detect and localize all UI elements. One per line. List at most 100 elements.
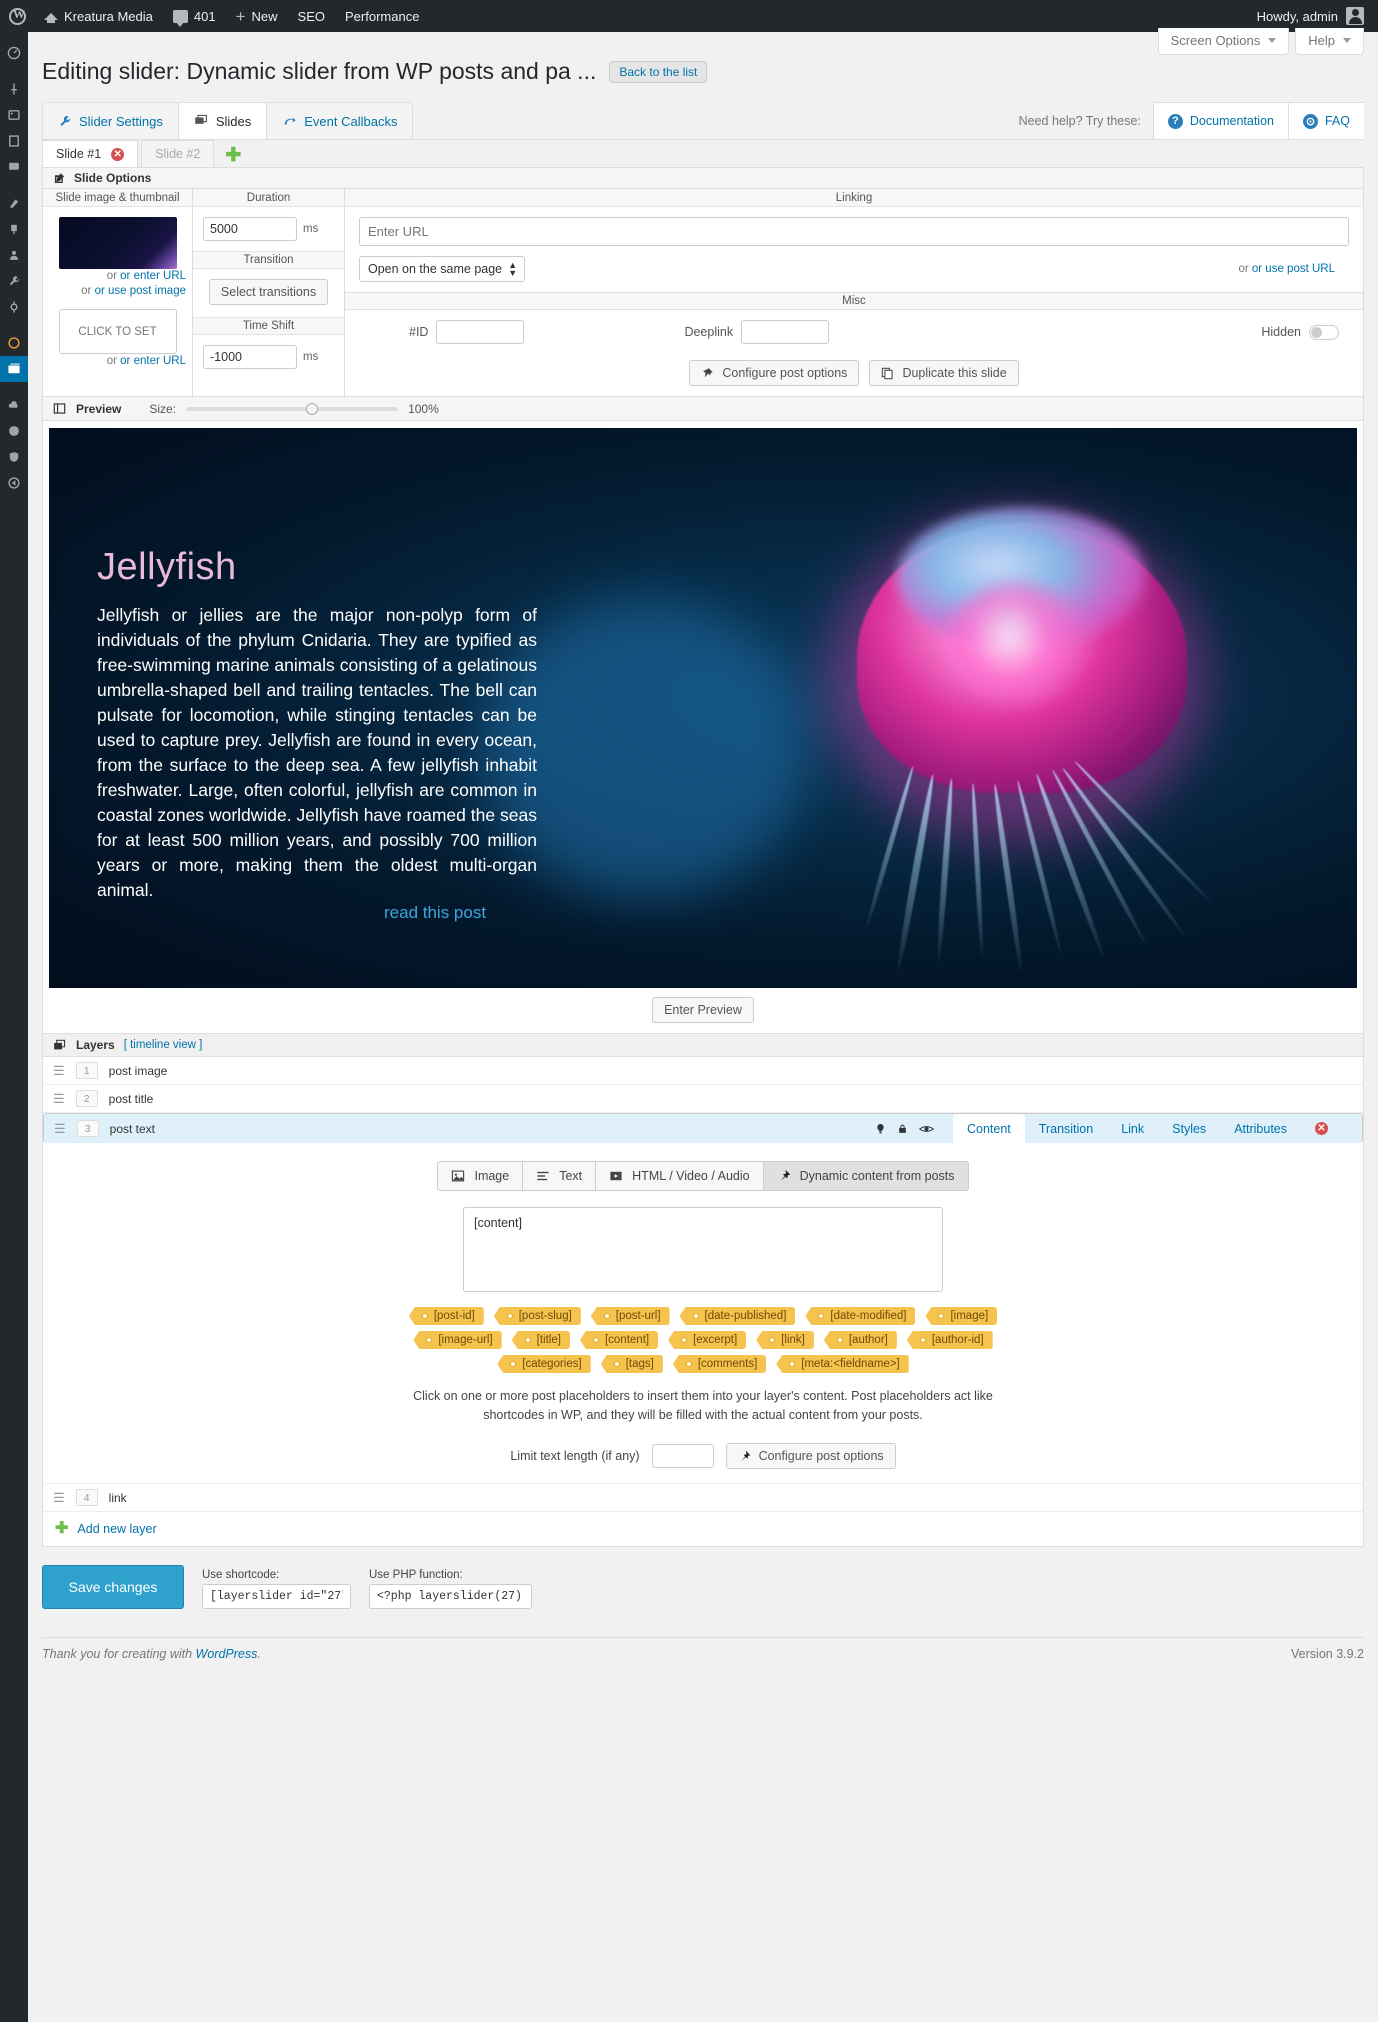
screen-options-button[interactable]: Screen Options	[1157, 28, 1290, 55]
sidebar-item-dashboard[interactable]	[0, 40, 28, 66]
faq-link[interactable]: ⊙ FAQ	[1287, 102, 1364, 139]
help-button[interactable]: Help	[1295, 28, 1364, 55]
documentation-link[interactable]: ? Documentation	[1152, 102, 1288, 139]
content-type-dynamic-posts[interactable]: Dynamic content from posts	[762, 1161, 969, 1191]
sidebar-item-layerslider[interactable]	[0, 356, 28, 382]
thumb-enter-url-link[interactable]: or enter URL	[120, 355, 186, 367]
drag-handle-icon[interactable]: ☰	[53, 1091, 65, 1107]
sidebar-item-tools[interactable]	[0, 268, 28, 294]
shortcode-input[interactable]	[202, 1584, 351, 1609]
link-target-select[interactable]: Open on the same page ▲ ▼	[359, 256, 526, 282]
sidebar-item-media[interactable]	[0, 102, 28, 128]
drag-handle-icon[interactable]: ☰	[53, 1490, 65, 1506]
content-type-html-video-audio[interactable]: HTML / Video / Audio	[595, 1161, 763, 1191]
use-post-url-link[interactable]: or or use post URL	[1238, 263, 1335, 275]
sidebar-item-settings[interactable]	[0, 294, 28, 320]
placeholder-tag[interactable]: [link]	[756, 1331, 814, 1349]
performance-menu[interactable]: Performance	[335, 0, 429, 32]
placeholder-tag[interactable]: [meta:<fieldname>]	[776, 1355, 909, 1373]
layer-tab-transition[interactable]: Transition	[1025, 1114, 1107, 1144]
limit-input[interactable]	[651, 1444, 714, 1468]
sidebar-item-users[interactable]	[0, 242, 28, 268]
hidden-toggle[interactable]	[1309, 324, 1339, 340]
id-input[interactable]	[436, 320, 525, 344]
delete-layer-button[interactable]: ✕	[1301, 1114, 1340, 1144]
account-menu[interactable]: Howdy, admin	[1257, 7, 1378, 25]
placeholder-tag[interactable]: [tags]	[600, 1355, 663, 1373]
placeholder-tag[interactable]: [author-id]	[906, 1331, 993, 1349]
slide-preview-stage[interactable]: Jellyfish Jellyfish or jellies are the m…	[49, 428, 1357, 988]
new-content-menu[interactable]: + New	[226, 0, 288, 32]
slide-url-input[interactable]	[359, 217, 1349, 246]
layer-row-4[interactable]: ☰ 4 link	[43, 1484, 1363, 1512]
delete-slide-icon[interactable]: ✕	[111, 147, 125, 161]
sidebar-item-cache[interactable]	[0, 418, 28, 444]
site-name-menu[interactable]: Kreatura Media	[34, 0, 163, 32]
time-shift-input[interactable]	[203, 345, 297, 369]
seo-menu[interactable]: SEO	[288, 0, 335, 32]
content-type-text[interactable]: Text	[522, 1161, 596, 1191]
layer-tab-styles[interactable]: Styles	[1158, 1114, 1220, 1144]
slide-tab-2[interactable]: Slide #2	[141, 140, 215, 167]
placeholder-tag[interactable]: [comments]	[672, 1355, 767, 1373]
enter-url-link[interactable]: or enter URL	[120, 270, 186, 282]
php-input[interactable]	[369, 1584, 532, 1609]
layer-row-2[interactable]: ☰ 2 post title	[43, 1085, 1363, 1113]
eye-icon[interactable]	[919, 1123, 934, 1135]
timeline-view-link[interactable]: [ timeline view ]	[124, 1039, 203, 1051]
deeplink-input[interactable]	[741, 320, 830, 344]
sidebar-item-comments[interactable]	[0, 154, 28, 180]
placeholder-tag[interactable]: [content]	[579, 1331, 659, 1349]
layer-tab-link[interactable]: Link	[1107, 1114, 1158, 1144]
sidebar-item-appearance[interactable]	[0, 190, 28, 216]
slide-thumbnail[interactable]	[58, 217, 177, 269]
placeholder-tag[interactable]: [date-published]	[679, 1307, 796, 1325]
tab-slides[interactable]: Slides	[177, 102, 268, 139]
add-slide-button[interactable]: ✚	[217, 146, 249, 167]
lightbulb-icon[interactable]	[875, 1122, 886, 1136]
sidebar-item-plugins[interactable]	[0, 216, 28, 242]
tab-event-callbacks[interactable]: Event Callbacks	[266, 102, 414, 139]
back-to-list-button[interactable]: Back to the list	[609, 60, 708, 83]
lock-icon[interactable]	[897, 1122, 908, 1136]
placeholder-tag[interactable]: [image-url]	[413, 1331, 502, 1349]
use-post-image-link[interactable]: or use post image	[95, 285, 186, 297]
sidebar-item-pages[interactable]	[0, 128, 28, 154]
thumbnail-click-to-set[interactable]: CLICK TO SET	[58, 309, 177, 354]
sidebar-item-collapse[interactable]	[0, 470, 28, 496]
drag-handle-icon[interactable]: ☰	[53, 1063, 65, 1079]
placeholder-tag[interactable]: [post-url]	[590, 1307, 670, 1325]
sidebar-item-seo[interactable]	[0, 330, 28, 356]
wordpress-logo-button[interactable]	[0, 0, 34, 32]
drag-handle-icon[interactable]: ☰	[54, 1121, 66, 1137]
layer-row-1[interactable]: ☰ 1 post image	[43, 1057, 1363, 1085]
enter-preview-button[interactable]: Enter Preview	[652, 997, 754, 1023]
placeholder-tag[interactable]: [categories]	[497, 1355, 591, 1373]
placeholder-tag[interactable]: [image]	[925, 1307, 998, 1325]
layer-content-textarea[interactable]	[463, 1207, 943, 1292]
sidebar-item-cloud[interactable]	[0, 392, 28, 418]
duration-input[interactable]	[203, 217, 297, 241]
slide-tab-1[interactable]: Slide #1 ✕	[42, 140, 139, 167]
sidebar-item-posts[interactable]	[0, 76, 28, 102]
sidebar-item-security[interactable]	[0, 444, 28, 470]
comments-menu[interactable]: 401	[163, 0, 226, 32]
zoom-slider[interactable]	[186, 402, 399, 415]
layer-tab-attributes[interactable]: Attributes	[1220, 1114, 1301, 1144]
tab-slider-settings[interactable]: Slider Settings	[42, 102, 179, 139]
select-transitions-button[interactable]: Select transitions	[208, 279, 329, 305]
layer-tab-content[interactable]: Content	[953, 1113, 1025, 1144]
add-new-layer-button[interactable]: ✚ Add new layer	[43, 1512, 1363, 1546]
placeholder-tag[interactable]: [title]	[511, 1331, 570, 1349]
configure-post-options-button[interactable]: Configure post options	[689, 360, 860, 386]
placeholder-tag[interactable]: [author]	[823, 1331, 897, 1349]
placeholder-tag[interactable]: [date-modified]	[805, 1307, 916, 1325]
save-changes-button[interactable]: Save changes	[42, 1565, 184, 1609]
content-type-image[interactable]: Image	[437, 1161, 523, 1191]
zoom-slider-handle[interactable]	[306, 402, 319, 415]
duplicate-slide-button[interactable]: Duplicate this slide	[869, 360, 1019, 386]
configure-post-options-button-2[interactable]: Configure post options	[725, 1443, 896, 1469]
placeholder-tag[interactable]: [post-slug]	[493, 1307, 581, 1325]
slide-read-post-link[interactable]: read this post	[384, 903, 486, 923]
layer-row-3[interactable]: ☰ 3 post text Content Transition Link St…	[43, 1113, 1363, 1144]
